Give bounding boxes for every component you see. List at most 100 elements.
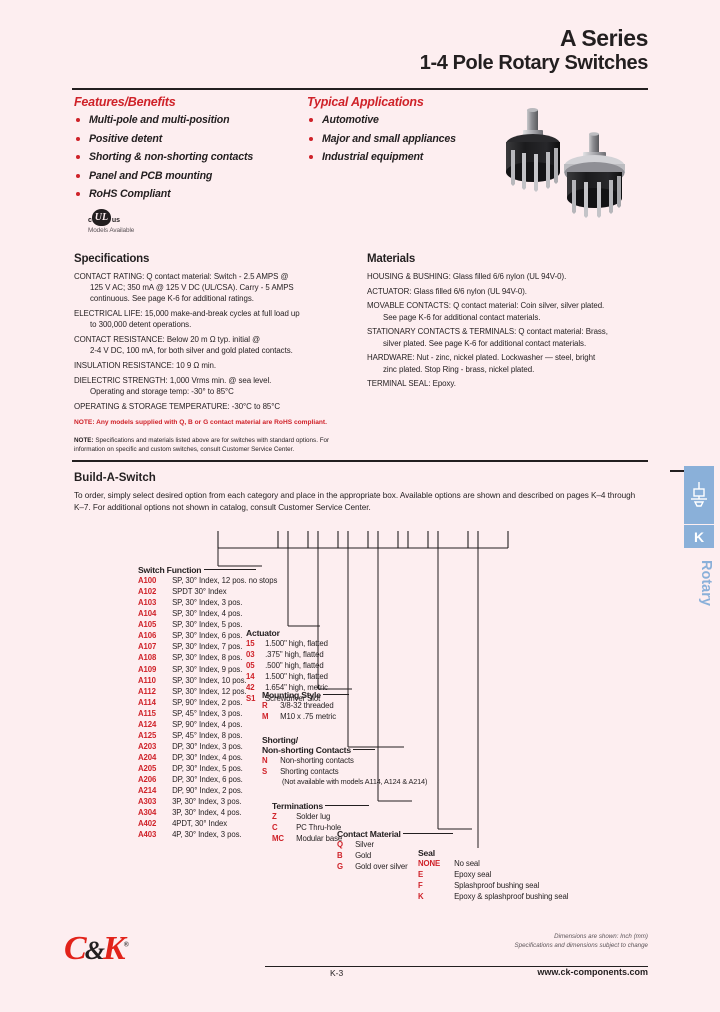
option-row[interactable]: A104 SP, 30° Index, 4 pos. <box>138 608 277 619</box>
option-row[interactable]: A103 SP, 30° Index, 3 pos. <box>138 597 277 608</box>
option-code: A100 <box>138 576 157 585</box>
option-row[interactable]: S Shorting contacts <box>262 766 427 777</box>
option-code: A103 <box>138 598 157 608</box>
spec-label: STATIONARY CONTACTS & TERMINALS: <box>367 327 519 337</box>
features-section: Features/Benefits Multi-pole and multi-p… <box>74 95 289 207</box>
spec-label: ACTUATOR: <box>367 286 414 296</box>
spec-label: DIELECTRIC STRENGTH: <box>74 375 170 385</box>
option-code: R <box>262 701 268 710</box>
option-row[interactable]: E Epoxy seal <box>418 869 568 880</box>
tab-word: Rotary <box>698 560 714 606</box>
applications-list: Automotive Major and small appliances In… <box>307 114 517 163</box>
specifications-list: CONTACT RATING: Q contact material: Swit… <box>74 271 359 412</box>
spec-continuation: zinc plated. Stop Ring - brass, nickel p… <box>383 364 535 374</box>
option-code: NONE <box>418 859 441 868</box>
option-description: Epoxy seal <box>452 870 492 880</box>
option-row[interactable]: A115 SP, 45° Index, 3 pos. <box>138 708 277 719</box>
option-code: 14 <box>246 672 255 682</box>
list-item: Multi-pole and multi-position <box>74 114 289 126</box>
build-a-switch-section: Build-A-Switch To order, simply select d… <box>74 472 636 514</box>
option-row[interactable]: NONE No seal <box>418 858 568 869</box>
group-options: N Non-shorting contacts S Shorting contac… <box>262 755 427 777</box>
option-row[interactable]: A102 SPDT 30° Index <box>138 586 277 597</box>
datasheet-page: A Series 1-4 Pole Rotary Switches Featur… <box>0 0 720 1012</box>
option-row[interactable]: A203 DP, 30° Index, 3 pos. <box>138 741 277 752</box>
option-row[interactable]: A214 DP, 90° Index, 2 pos. <box>138 785 277 796</box>
option-description: SP, 30° Index, 10 pos. <box>170 675 247 685</box>
specifications-section: Specifications CONTACT RATING: Q contact… <box>74 253 359 454</box>
ul-certification-mark: c UL us Models Available <box>88 206 134 234</box>
option-row[interactable]: A100 SP, 30° Index, 12 pos. no stops <box>138 575 277 586</box>
option-description: SPDT 30° Index <box>170 587 227 597</box>
option-description: Solder lug <box>294 812 331 821</box>
option-row[interactable]: 14 1.500" high, flatted <box>246 671 328 682</box>
disclaimer-line-2: Specifications and dimensions subject to… <box>514 942 648 950</box>
option-row[interactable]: A125 SP, 45° Index, 8 pos. <box>138 730 277 741</box>
spec-value: Glass filled 6/6 nylon (UL 94V-0). <box>452 272 567 281</box>
option-row[interactable]: 05 .500" high, flatted <box>246 660 328 671</box>
option-description: DP, 30° Index, 3 pos. <box>170 741 243 751</box>
option-row[interactable]: R 3/8-32 threaded <box>262 700 349 711</box>
spec-value: Q contact material: Brass, <box>518 327 608 337</box>
option-description: .375" high, flatted <box>263 650 324 660</box>
option-row[interactable]: A304 3P, 30° Index, 4 pos. <box>138 807 277 818</box>
option-description: Silver <box>353 840 374 849</box>
option-row[interactable]: N Non-shorting contacts <box>262 755 427 766</box>
option-row[interactable]: K Epoxy & splashproof bushing seal <box>418 891 568 902</box>
option-description: SP, 45° Index, 3 pos. <box>170 708 243 718</box>
group-title-line1: Shorting/ <box>262 735 298 745</box>
option-description: DP, 30° Index, 6 pos. <box>170 775 243 785</box>
header-divider <box>72 88 648 90</box>
side-tab[interactable]: K Rotary <box>684 466 714 606</box>
group-title-text: Switch Function <box>138 565 202 575</box>
rotary-switch-icon <box>684 466 714 524</box>
option-description: SP, 30° Index, 9 pos. <box>170 664 243 674</box>
option-description: PC Thru-hole <box>294 823 342 833</box>
option-description: SP, 90° Index, 2 pos. <box>170 697 243 707</box>
option-description: SP, 30° Index, 12 pos. <box>170 686 247 696</box>
disclaimer-line-1: Dimensions are shown: Inch (mm) <box>554 933 648 940</box>
option-row[interactable]: 03 .375" high, flatted <box>246 649 328 660</box>
option-row[interactable]: A403 4P, 30° Index, 3 pos. <box>138 829 277 840</box>
spec-continuation: silver plated. See page K-6 for addition… <box>383 338 587 348</box>
title-rule <box>203 569 256 570</box>
option-description: 3P, 30° Index, 3 pos. <box>170 797 242 807</box>
spec-item: ACTUATOR: Glass filled 6/6 nylon (UL 94V… <box>367 286 652 297</box>
option-row[interactable]: F Splashproof bushing seal <box>418 880 568 891</box>
applications-section: Typical Applications Automotive Major an… <box>307 95 517 170</box>
build-a-switch-heading: Build-A-Switch <box>74 472 156 484</box>
spec-value: Q contact material: Switch - 2.5 AMPS @ <box>146 272 289 281</box>
option-row[interactable]: A205 DP, 30° Index, 5 pos. <box>138 763 277 774</box>
page-footer: C&K® K-3 Dimensions are shown: Inch (mm)… <box>0 930 720 990</box>
footer-url[interactable]: www.ck-components.com <box>537 967 648 977</box>
option-code: F <box>418 881 423 891</box>
option-row[interactable]: A402 4PDT, 30° Index <box>138 818 277 829</box>
option-row[interactable]: 15 1.500" high, flatted <box>246 638 328 649</box>
spec-value: 1,000 Vrms min. @ sea level. <box>169 375 272 385</box>
option-row[interactable]: M M10 x .75 metric <box>262 711 349 722</box>
spec-item: DIELECTRIC STRENGTH: 1,000 Vrms min. @ s… <box>74 375 359 397</box>
option-description: SP, 30° Index, 7 pos. <box>170 642 243 652</box>
product-photos <box>505 92 645 222</box>
option-row[interactable]: A124 SP, 90° Index, 4 pos. <box>138 719 277 730</box>
order-code-boxes <box>216 528 616 550</box>
option-code: E <box>418 870 424 880</box>
ul-us-label: us <box>111 217 121 224</box>
option-row[interactable]: A204 DP, 30° Index, 4 pos. <box>138 752 277 763</box>
option-description: SP, 45° Index, 8 pos. <box>170 730 243 740</box>
option-row[interactable]: A206 DP, 30° Index, 6 pos. <box>138 774 277 785</box>
option-code: A104 <box>138 609 157 619</box>
section-divider <box>72 460 648 462</box>
option-row[interactable]: A303 3P, 30° Index, 3 pos. <box>138 796 277 807</box>
group-title: Seal <box>418 848 435 858</box>
materials-section: Materials HOUSING & BUSHING: Glass fille… <box>367 253 652 393</box>
option-code: M <box>262 712 269 722</box>
applications-heading: Typical Applications <box>307 95 424 109</box>
spec-label: OPERATING & STORAGE TEMPERATURE: <box>74 401 232 411</box>
option-description: Non-shorting contacts <box>278 756 354 765</box>
spec-continuation: 2-4 V DC, 100 mA, for both silver and go… <box>90 346 293 356</box>
option-row[interactable]: Z Solder lug <box>272 811 369 822</box>
list-item: Industrial equipment <box>307 151 517 163</box>
note-label: NOTE: <box>74 436 94 444</box>
group-title: Switch Function <box>138 565 277 575</box>
